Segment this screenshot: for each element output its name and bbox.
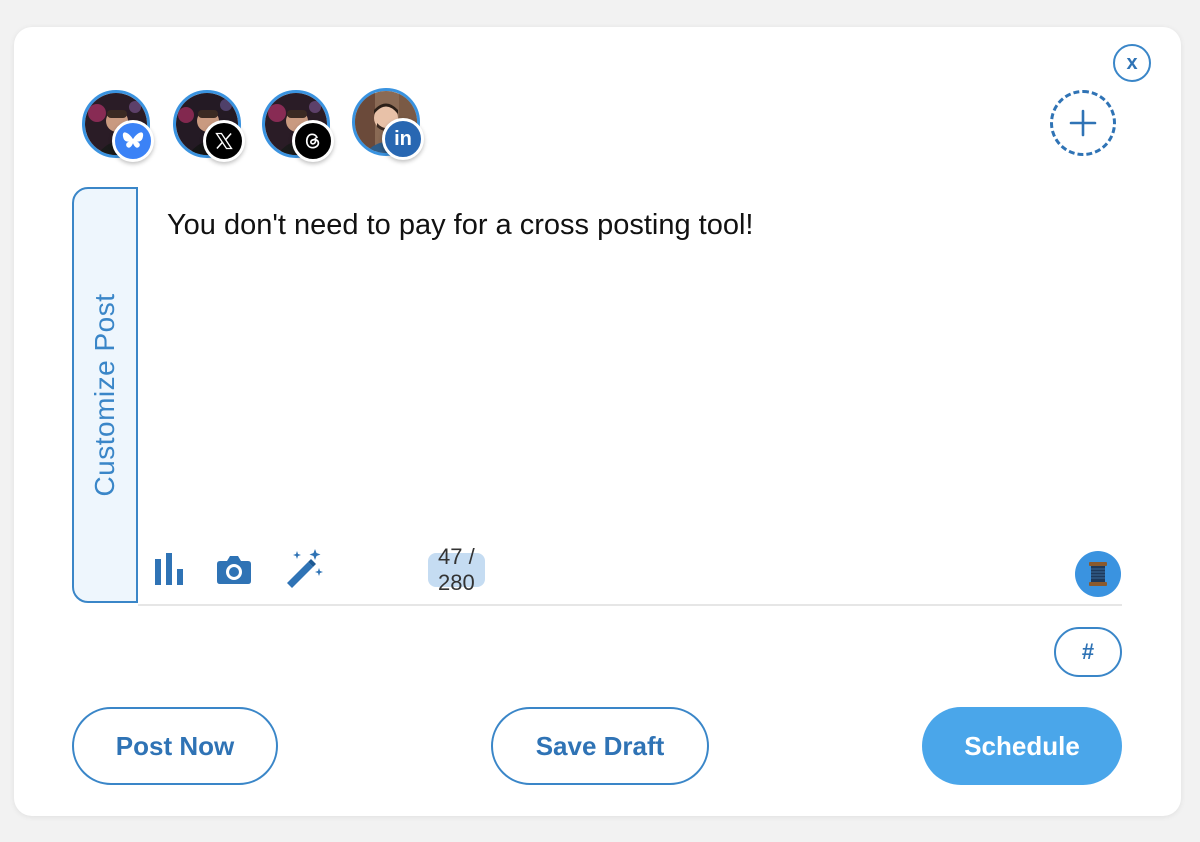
butterfly-icon	[122, 132, 144, 148]
poll-button[interactable]	[152, 551, 188, 592]
account-avatar-x[interactable]	[173, 90, 245, 162]
ai-assist-button[interactable]	[282, 547, 324, 594]
linkedin-logo-icon: in	[394, 127, 412, 150]
account-avatar-bluesky[interactable]	[82, 90, 154, 162]
customize-post-label: Customize Post	[89, 293, 120, 497]
close-label: x	[1126, 51, 1138, 74]
account-avatar-threads[interactable]	[262, 90, 334, 162]
compose-post-modal: x in Customize Post You don't need to pa…	[14, 27, 1181, 816]
spool-icon	[1089, 562, 1107, 586]
threads-logo-icon	[305, 133, 320, 149]
camera-icon	[217, 556, 251, 584]
hashtag-label: #	[1081, 639, 1095, 664]
thread-button[interactable]	[1075, 551, 1121, 597]
schedule-button[interactable]: Schedule	[922, 707, 1122, 785]
save-draft-button[interactable]: Save Draft	[491, 707, 709, 785]
schedule-label: Schedule	[964, 730, 1080, 761]
add-account-button[interactable]	[1050, 90, 1116, 156]
bluesky-badge	[112, 120, 154, 162]
close-button[interactable]: x	[1113, 44, 1151, 82]
post-now-label: Post Now	[115, 730, 235, 761]
x-logo-icon	[215, 132, 233, 150]
character-counter: 47 / 280	[428, 544, 485, 595]
linkedin-badge: in	[382, 118, 424, 160]
post-text-area[interactable]: You don't need to pay for a cross postin…	[167, 209, 1107, 242]
x-badge	[203, 120, 245, 162]
magic-wand-icon	[287, 549, 323, 588]
add-media-button[interactable]	[216, 553, 252, 590]
poll-icon	[155, 553, 183, 585]
editor-divider	[138, 604, 1122, 606]
threads-badge	[292, 120, 334, 162]
post-editor: Customize Post You don't need to pay for…	[72, 187, 1122, 606]
post-now-button[interactable]: Post Now	[72, 707, 278, 785]
customize-post-tab[interactable]: Customize Post	[72, 187, 138, 603]
plus-icon	[1069, 109, 1097, 137]
save-draft-label: Save Draft	[535, 730, 665, 761]
account-avatar-linkedin[interactable]: in	[352, 88, 424, 160]
hashtag-button[interactable]: #	[1054, 627, 1122, 677]
